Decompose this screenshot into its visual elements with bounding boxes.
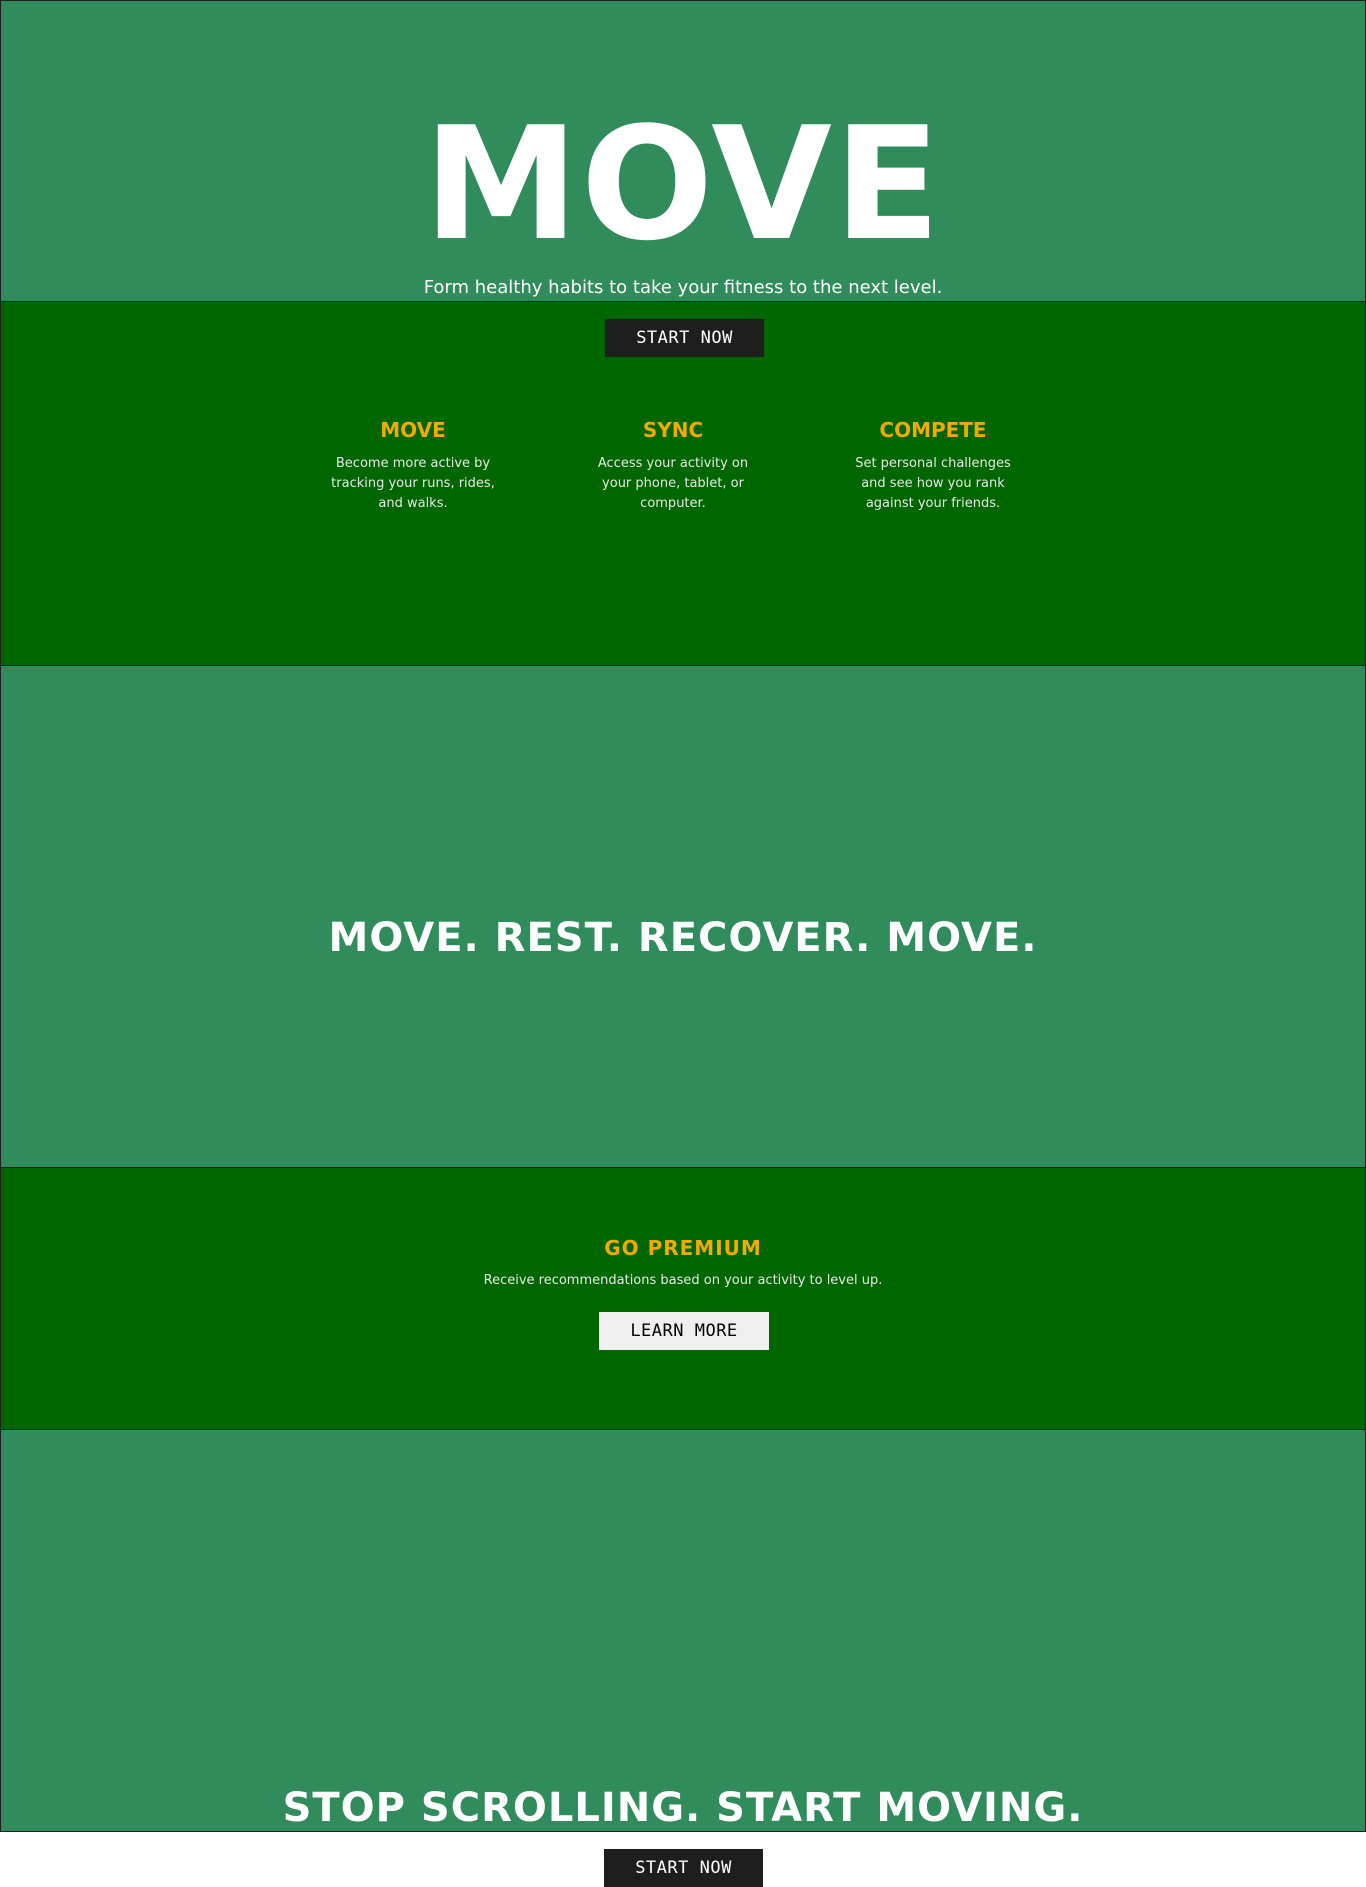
closing-section: STOP SCROLLING. START MOVING. — [0, 1429, 1366, 1832]
feature-title: SYNC — [642, 418, 704, 442]
feature-move: MOVE Become more active by tracking your… — [328, 418, 498, 514]
start-now-button[interactable]: START NOW — [605, 319, 764, 357]
feature-description: Become more active by tracking your runs… — [331, 456, 495, 511]
feature-title: COMPETE — [879, 418, 987, 442]
feature-sync: SYNC Access your activity on your phone,… — [588, 418, 758, 514]
start-now-bottom-button[interactable]: START NOW — [604, 1849, 763, 1887]
features-section: START NOW MOVE Become more active by tra… — [0, 301, 1366, 666]
feature-description: Access your activity on your phone, tabl… — [597, 456, 749, 511]
learn-more-button[interactable]: LEARN MORE — [599, 1312, 769, 1350]
premium-title: GO PREMIUM — [604, 1236, 762, 1260]
hero-title: MOVE — [423, 93, 943, 275]
tagline-heading: MOVE. REST. RECOVER. MOVE. — [328, 915, 1038, 961]
feature-title: MOVE — [380, 418, 446, 442]
hero-subtitle: Form healthy habits to take your fitness… — [423, 277, 943, 298]
hero-section: MOVE Form healthy habits to take your fi… — [0, 0, 1366, 302]
feature-description: Set personal challenges and see how you … — [855, 456, 1011, 511]
closing-heading: STOP SCROLLING. START MOVING. — [282, 1785, 1084, 1831]
tagline-section: MOVE. REST. RECOVER. MOVE. — [0, 665, 1366, 1168]
feature-compete: COMPETE Set personal challenges and see … — [848, 418, 1018, 514]
premium-description: Receive recommendations based on your ac… — [483, 1273, 883, 1288]
premium-section: GO PREMIUM Receive recommendations based… — [0, 1167, 1366, 1430]
